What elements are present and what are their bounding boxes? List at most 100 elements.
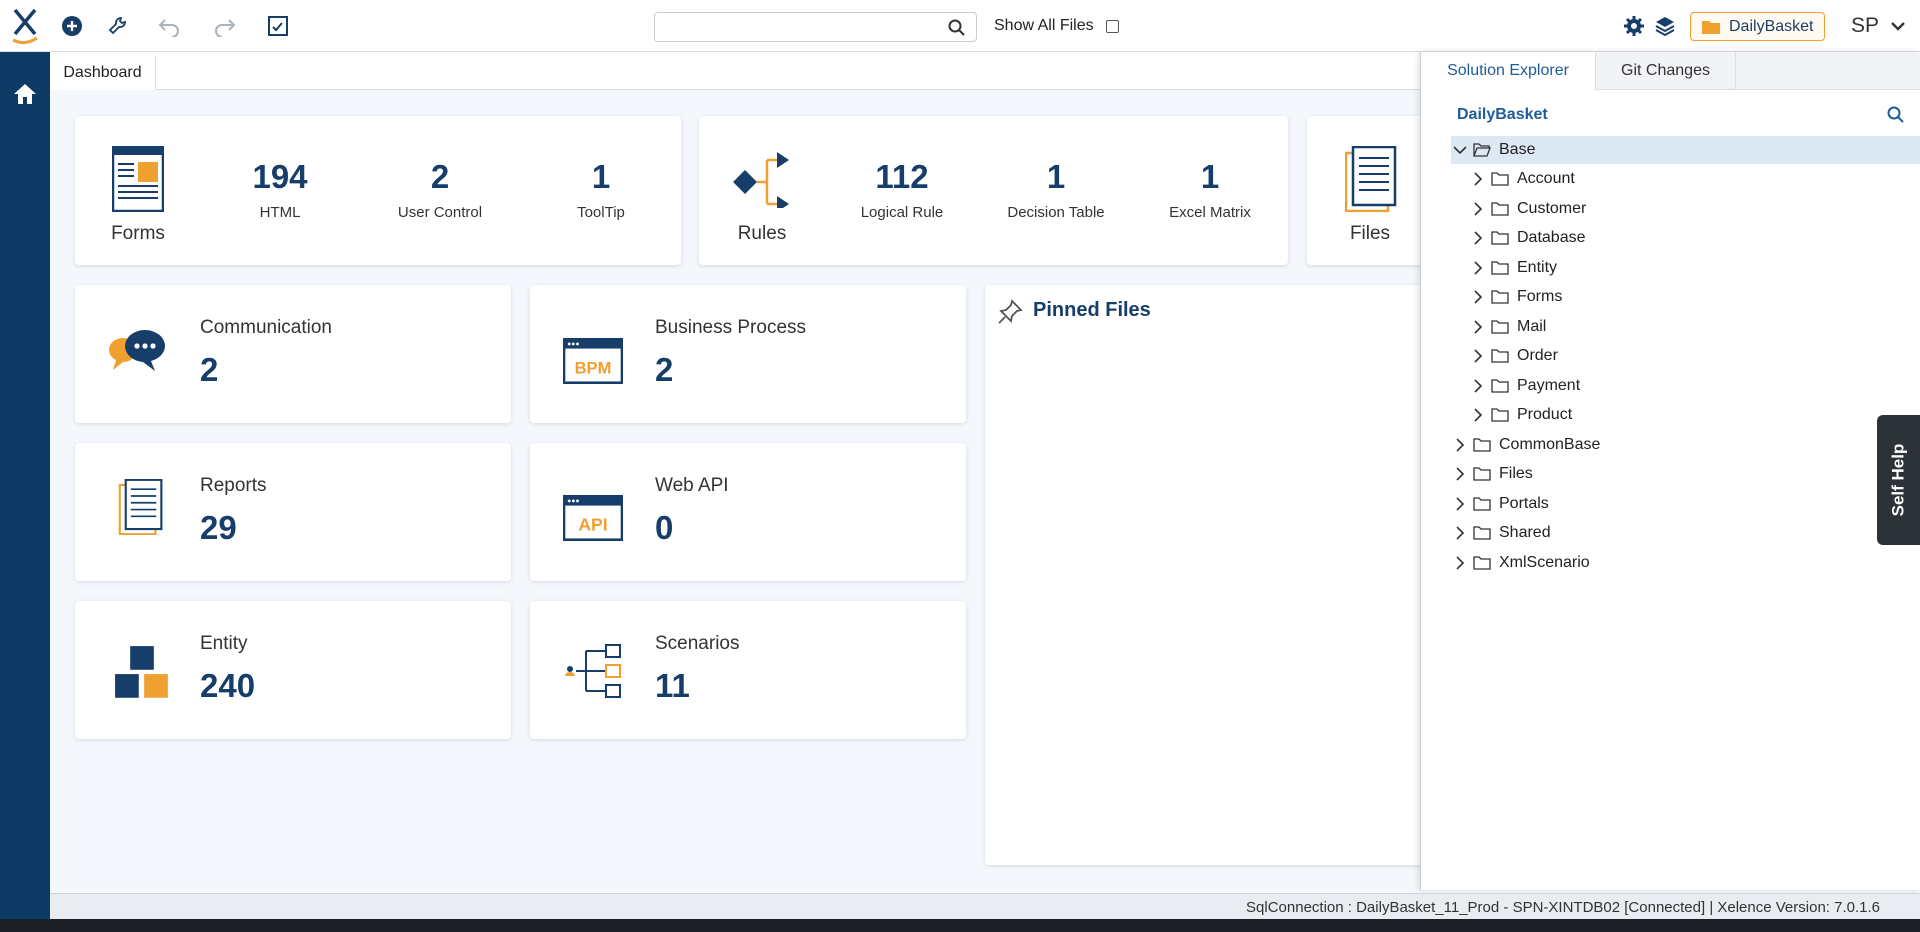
tree-item-shared[interactable]: Shared <box>1451 519 1551 547</box>
app-logo[interactable] <box>10 6 40 46</box>
web-api-tile[interactable]: API Web API 0 <box>530 443 966 581</box>
rules-icon <box>733 152 789 208</box>
chevron-down-icon[interactable] <box>1451 145 1469 155</box>
chevron-right-icon[interactable] <box>1469 349 1487 363</box>
tree-item-entity[interactable]: Entity <box>1469 254 1557 282</box>
stat-label: User Control <box>397 204 483 221</box>
folder-icon <box>1473 526 1491 540</box>
status-bar: SqlConnection : DailyBasket_11_Prod - SP… <box>50 893 1920 919</box>
tree-item-customer[interactable]: Customer <box>1469 195 1586 223</box>
folder-icon <box>1491 320 1509 334</box>
solution-root-label[interactable]: DailyBasket <box>1457 106 1548 124</box>
search-icon[interactable] <box>948 19 966 42</box>
forms-summary-card[interactable]: Forms 194 HTML 2 User Control 1 ToolTip <box>75 116 681 265</box>
tree-item-payment[interactable]: Payment <box>1469 372 1580 400</box>
tree-item-xmlscenario[interactable]: XmlScenario <box>1451 549 1590 577</box>
wrench-icon[interactable] <box>105 13 131 39</box>
rules-summary-card[interactable]: Rules 112 Logical Rule 1 Decision Table … <box>699 116 1288 265</box>
chevron-right-icon[interactable] <box>1451 438 1469 452</box>
stat-label: ToolTip <box>577 204 625 221</box>
self-help-label: Self Help <box>1888 443 1908 517</box>
chevron-right-icon[interactable] <box>1451 467 1469 481</box>
tree-item-product[interactable]: Product <box>1469 401 1572 429</box>
os-taskbar <box>0 919 1920 932</box>
chevron-right-icon[interactable] <box>1469 290 1487 304</box>
show-all-files-checkbox[interactable] <box>1106 20 1119 33</box>
undo-icon[interactable] <box>156 13 182 39</box>
pin-icon[interactable] <box>997 299 1023 325</box>
search-input[interactable] <box>654 12 977 42</box>
chevron-right-icon[interactable] <box>1469 231 1487 245</box>
tree-item-order[interactable]: Order <box>1469 342 1558 370</box>
connection-status-text: SqlConnection : DailyBasket_11_Prod - SP… <box>1246 899 1880 916</box>
left-nav-rail <box>0 52 50 932</box>
solution-selector-button[interactable]: DailyBasket <box>1690 12 1825 41</box>
stat-label: Decision Table <box>1007 204 1105 221</box>
tree-item-base[interactable]: Base <box>1451 136 1920 164</box>
api-icon: API <box>563 494 623 542</box>
chevron-right-icon[interactable] <box>1451 556 1469 570</box>
folder-icon <box>1491 172 1509 186</box>
tree-item-files[interactable]: Files <box>1451 460 1533 488</box>
self-help-tab[interactable]: Self Help <box>1877 415 1920 545</box>
tree-item-label: Payment <box>1517 377 1581 394</box>
folder-icon <box>1491 290 1509 304</box>
tree-item-label: Database <box>1517 229 1586 246</box>
tree-item-label: XmlScenario <box>1499 554 1590 571</box>
tree-item-portals[interactable]: Portals <box>1451 490 1549 518</box>
tree-item-mail[interactable]: Mail <box>1469 313 1546 341</box>
chevron-right-icon[interactable] <box>1469 261 1487 275</box>
user-initials: SP <box>1851 14 1879 37</box>
tree-item-label: Base <box>1499 141 1536 158</box>
folder-icon <box>1491 231 1509 245</box>
tab-git-changes[interactable]: Git Changes <box>1596 52 1736 90</box>
folder-icon <box>1491 379 1509 393</box>
solution-explorer-panel: Solution Explorer Git Changes DailyBaske… <box>1420 52 1920 890</box>
chevron-right-icon[interactable] <box>1469 408 1487 422</box>
user-menu[interactable]: SP <box>1851 14 1906 38</box>
folder-icon <box>1491 202 1509 216</box>
stat-value: 1 <box>591 158 611 195</box>
entity-tile[interactable]: Entity 240 <box>75 601 511 739</box>
stat-label: Logical Rule <box>860 204 944 221</box>
pinned-files-title: Pinned Files <box>1033 299 1151 321</box>
chevron-right-icon[interactable] <box>1451 497 1469 511</box>
tile-title: Entity <box>200 633 248 654</box>
save-icon[interactable] <box>265 13 291 39</box>
tree-item-label: Shared <box>1499 524 1551 541</box>
chevron-right-icon[interactable] <box>1469 320 1487 334</box>
business-process-tile[interactable]: BPM Business Process 2 <box>530 285 966 423</box>
tree-item-account[interactable]: Account <box>1469 165 1575 193</box>
tree-item-forms[interactable]: Forms <box>1469 283 1562 311</box>
chevron-right-icon[interactable] <box>1469 202 1487 216</box>
chevron-right-icon[interactable] <box>1451 526 1469 540</box>
stat-value: 194 <box>252 158 308 195</box>
tab-dashboard[interactable]: Dashboard <box>50 56 156 90</box>
chevron-right-icon[interactable] <box>1469 172 1487 186</box>
tree-item-database[interactable]: Database <box>1469 224 1586 252</box>
home-icon[interactable] <box>12 82 38 111</box>
tree-item-commonbase[interactable]: CommonBase <box>1451 431 1600 459</box>
chevron-right-icon[interactable] <box>1469 379 1487 393</box>
top-toolbar: Show All Files DailyBasket SP <box>0 0 1920 52</box>
document-tab-strip: Dashboard <box>50 52 1420 90</box>
tile-count: 0 <box>655 509 674 546</box>
redo-icon[interactable] <box>212 13 238 39</box>
folder-icon <box>1702 20 1720 34</box>
scenarios-tile[interactable]: Scenarios 11 <box>530 601 966 739</box>
tab-solution-explorer[interactable]: Solution Explorer <box>1421 52 1596 90</box>
tree-item-label: Product <box>1517 406 1573 423</box>
solution-selector-label: DailyBasket <box>1729 17 1814 35</box>
explorer-tab-strip: Solution Explorer Git Changes <box>1421 52 1920 90</box>
tile-title: Business Process <box>655 317 807 338</box>
add-icon[interactable] <box>59 13 85 39</box>
tile-count: 29 <box>200 509 237 546</box>
gear-icon[interactable] <box>1621 13 1647 39</box>
layers-icon[interactable] <box>1652 13 1678 39</box>
communication-tile[interactable]: Communication 2 <box>75 285 511 423</box>
folder-open-icon <box>1473 143 1491 157</box>
folder-icon <box>1473 438 1491 452</box>
reports-tile[interactable]: Reports 29 <box>75 443 511 581</box>
tree-item-label: Files <box>1499 465 1533 482</box>
search-icon[interactable] <box>1887 106 1905 129</box>
